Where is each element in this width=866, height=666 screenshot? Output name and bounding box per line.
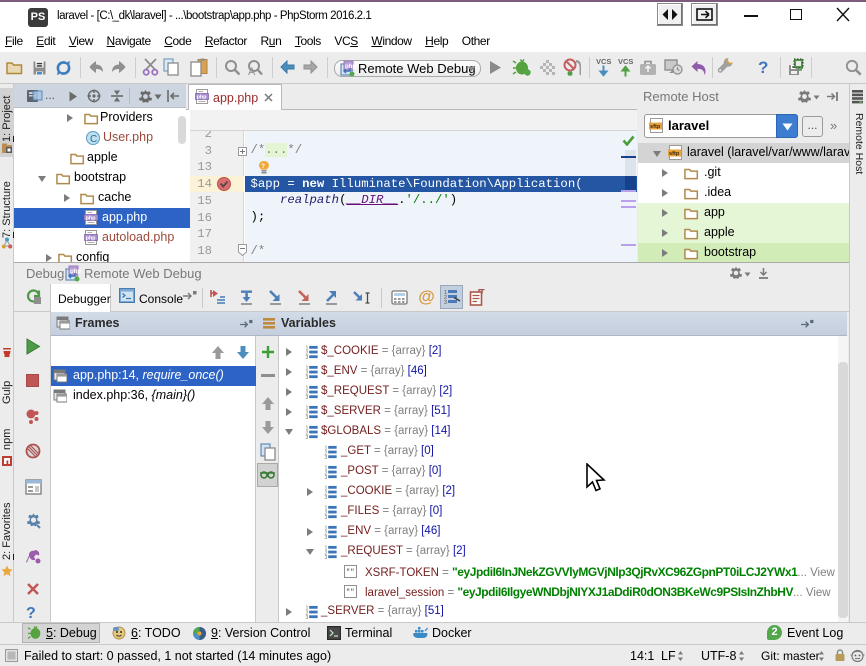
svg-text:VCS: VCS bbox=[618, 57, 633, 66]
svg-text:C: C bbox=[90, 134, 97, 145]
svg-text:?: ? bbox=[261, 164, 265, 170]
svg-text:VCS: VCS bbox=[596, 57, 611, 66]
svg-text:3: 3 bbox=[444, 300, 447, 306]
